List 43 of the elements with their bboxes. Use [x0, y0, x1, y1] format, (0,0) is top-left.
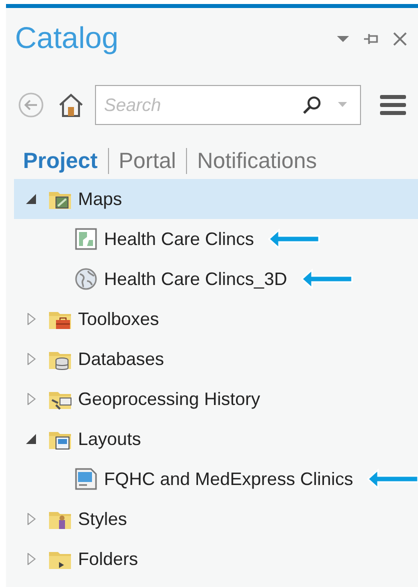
tab[interactable]: Portal [118, 144, 176, 177]
tree-item[interactable]: Databases [14, 339, 418, 379]
expand-icon[interactable] [26, 553, 38, 565]
tab[interactable]: Project [23, 144, 98, 177]
item-label: Databases [78, 348, 164, 370]
tree-item[interactable]: Health Care Clincs [6, 219, 418, 259]
item-label: Health Care Clincs_3D [104, 268, 288, 290]
pin-icon [363, 32, 379, 46]
close-icon [393, 32, 407, 46]
tree-item[interactable]: Folders [14, 539, 418, 579]
collapse-icon[interactable] [26, 193, 38, 205]
expand-icon[interactable] [26, 513, 38, 525]
pane-title: Catalog [15, 24, 118, 54]
tree-item[interactable]: Toolboxes [14, 299, 418, 339]
tree-item[interactable]: Styles [14, 499, 418, 539]
search-icon[interactable] [302, 95, 322, 115]
search-field[interactable]: Search [95, 85, 361, 125]
tree-item[interactable]: Health Care Clincs_3D [6, 259, 418, 299]
layout-icon [74, 467, 98, 491]
tab[interactable]: Notifications [197, 144, 317, 177]
item-label: Toolboxes [78, 308, 160, 330]
item-label: Styles [78, 508, 128, 531]
item-label: Geoprocessing History [78, 388, 260, 411]
item-label: FQHC and MedExpress Clinics [104, 468, 354, 491]
item-label: Folders [78, 548, 138, 570]
menu-button[interactable] [377, 94, 409, 116]
item-label: Layouts [78, 428, 142, 451]
back-icon [18, 92, 44, 118]
caret-icon [337, 34, 349, 43]
home-icon [58, 92, 84, 118]
tree-item[interactable]: FQHC and MedExpress Clinics [6, 459, 418, 499]
tree-item[interactable]: Geoprocessing History [14, 379, 418, 419]
collapse-icon[interactable] [26, 433, 38, 445]
item-label: Health Care Clincs [104, 228, 254, 250]
expand-icon[interactable] [26, 313, 38, 325]
tree-item[interactable]: Layouts [14, 419, 418, 459]
tree-item[interactable]: Maps [14, 179, 418, 219]
expand-icon[interactable] [26, 353, 38, 365]
map-icon [74, 227, 98, 251]
menu-icon [380, 94, 406, 116]
expand-icon[interactable] [26, 393, 38, 405]
item-label: Maps [78, 188, 122, 211]
globe-icon [74, 267, 98, 291]
